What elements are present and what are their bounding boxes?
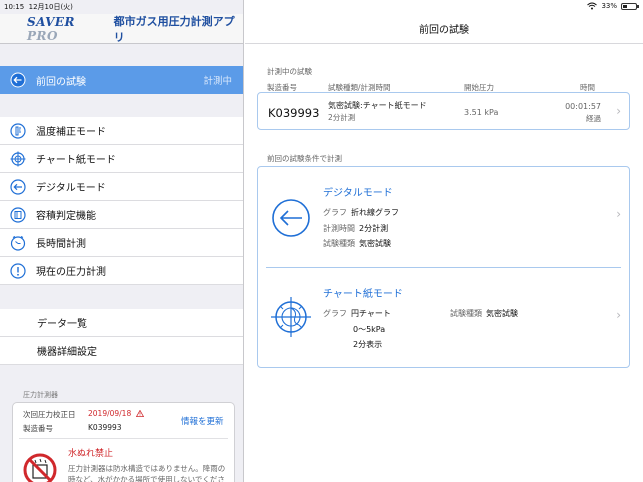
page-title: 前回の試験 [245,14,643,44]
sidebar: SAVER PRO 都市ガス用圧力計測アプリ 前回の試験 計測中 温度補正モード… [0,0,244,482]
serial-value: K039993 [88,423,122,432]
chart-dial-icon [10,151,26,167]
battery-fill [623,4,627,8]
next-calibration-label: 次回圧力校正日 [23,410,76,419]
sidebar-item-chart-mode[interactable]: チャート紙モード [0,145,243,173]
app-title: 都市ガス用圧力計測アプリ [113,14,235,44]
serial-label: 製造番号 [23,424,53,433]
sidebar-item-previous-test[interactable]: 前回の試験 計測中 [0,66,243,94]
exclamation-circle-icon [10,262,26,279]
warning-icon [135,410,144,417]
sidebar-item-label: データ一覧 [37,319,87,330]
digital-mode-option[interactable]: デジタルモード グラフ 折れ線グラフ 計測時間 2分計測 試験種類 気密試験 › [258,167,629,267]
sidebar-item-label: チャート紙モード [36,155,116,166]
app-logo: SAVER PRO [27,14,76,43]
chart-graph-row: グラフ 円チャート [323,309,391,318]
digital-time-row: 計測時間 2分計測 [323,224,389,233]
elapsed-time: 00:01:57 [565,102,601,111]
arrow-left-circle-icon [272,199,310,237]
gauge-info-card: 次回圧力校正日 2019/09/18 製造番号 K039993 情報を更新 水ぬ… [12,402,235,482]
status-right: 33% [587,2,639,10]
elapsed-label: 経過 [586,114,601,123]
gauge-section-label: 圧力計測器 [23,391,58,399]
sidebar-item-label: 長時間計測 [36,239,86,250]
digital-mode-title: デジタルモード [323,188,393,199]
clock-icon [10,235,26,251]
sidebar-item-device-settings[interactable]: 機器詳細設定 [0,337,243,365]
start-pressure: 3.51 kPa [464,108,499,117]
status-bar: 10:15 12月10日(火) 33% [0,0,643,14]
divider [19,438,228,439]
chart-dial-icon [271,297,311,337]
sidebar-item-label: 現在の圧力計測 [36,267,106,278]
chart-type-row: 試験種類 気密試験 [450,309,518,318]
previous-conditions-card: デジタルモード グラフ 折れ線グラフ 計測時間 2分計測 試験種類 気密試験 › チャ… [257,166,630,368]
digital-graph-row: グラフ 折れ線グラフ [323,208,399,217]
wifi-icon [587,2,598,10]
chevron-right-icon: › [616,104,621,118]
water-warning-text: 圧力計測器は防水構造ではありません。降雨の時など、水がかかる場所で使用しないでく… [68,464,226,482]
battery-icon [621,2,639,10]
battery-percent: 33% [601,2,617,10]
current-test-row[interactable]: K039993 気密試験:チャート紙モード 2分計測 3.51 kPa 00:0… [257,92,630,130]
water-warning-title: 水ぬれ禁止 [68,449,114,459]
update-info-link[interactable]: 情報を更新 [181,415,224,427]
measuring-status: 計測中 [203,76,232,87]
chevron-right-icon: › [616,207,621,221]
chevron-right-icon: › [616,308,621,322]
sidebar-item-label: 温度補正モード [36,127,106,138]
previous-conditions-section-label: 前回の試験条件で計測 [267,154,342,163]
sidebar-item-label: 機器詳細設定 [37,347,97,358]
sidebar-item-label: デジタルモード [36,183,106,194]
sidebar-item-current-pressure[interactable]: 現在の圧力計測 [0,257,243,285]
main-panel: 前回の試験 計測中の試験 製造番号 試験種類/計測時間 開始圧力 時間 K039… [245,0,643,482]
test-serial: K039993 [268,106,320,120]
sidebar-header: SAVER PRO 都市ガス用圧力計測アプリ [0,14,243,44]
test-duration: 2分計測 [328,113,356,122]
thermometer-icon [10,122,26,139]
test-type: 気密試験:チャート紙モード [328,101,427,110]
chart-display-value: 2分表示 [353,340,383,349]
chart-mode-title: チャート紙モード [323,289,403,300]
arrow-left-circle-icon [10,72,26,88]
next-calibration-value: 2019/09/18 [88,409,144,418]
sidebar-item-digital-mode[interactable]: デジタルモード [0,173,243,201]
digital-type-row: 試験種類 気密試験 [323,239,391,248]
status-time: 10:15 12月10日(火) [4,3,73,11]
sidebar-item-long-measurement[interactable]: 長時間計測 [0,229,243,257]
sidebar-item-label: 前回の試験 [36,76,86,88]
sidebar-item-data-list[interactable]: データ一覧 [0,309,243,337]
current-test-section-label: 計測中の試験 [267,67,312,76]
no-water-icon [23,453,57,482]
chart-range-value: 0〜5kPa [353,325,386,334]
sidebar-item-label: 容積判定機能 [36,211,96,222]
chart-mode-option[interactable]: チャート紙モード グラフ 円チャート 0〜5kPa 2分表示 試験種類 気密試験 › [258,268,629,368]
volume-icon [10,206,26,223]
arrow-left-circle-icon [10,178,26,195]
sidebar-item-volume-check[interactable]: 容積判定機能 [0,201,243,229]
sidebar-item-temperature-mode[interactable]: 温度補正モード [0,117,243,145]
